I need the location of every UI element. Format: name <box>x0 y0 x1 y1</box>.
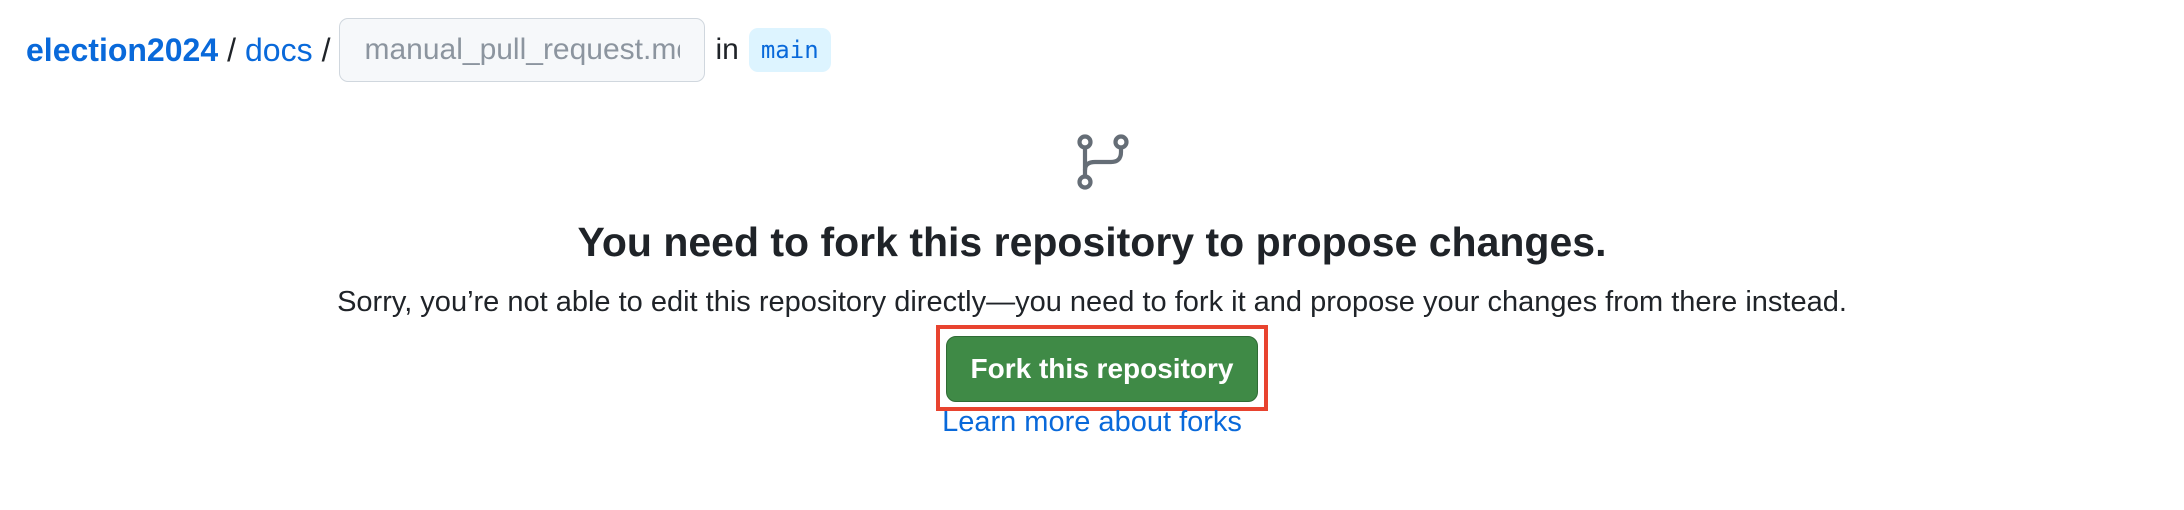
breadcrumb-directory-link[interactable]: docs <box>245 32 313 69</box>
filename-input[interactable] <box>339 18 706 82</box>
breadcrumb: election2024 / docs / in main <box>26 18 831 82</box>
fork-repository-button[interactable]: Fork this repository <box>946 336 1258 402</box>
git-fork-icon <box>1077 134 1129 190</box>
learn-more-forks-link[interactable]: Learn more about forks <box>942 406 1242 438</box>
breadcrumb-repo-link[interactable]: election2024 <box>26 32 218 69</box>
breadcrumb-separator: / <box>321 31 331 68</box>
page-heading: You need to fork this repository to prop… <box>577 219 1607 265</box>
branch-in-label: in <box>715 33 739 66</box>
learn-more-container: Learn more about forks <box>0 402 2184 442</box>
fork-explanation-text: Sorry, you’re not able to edit this repo… <box>337 286 1847 318</box>
fork-required-page: election2024 / docs / in main You need t… <box>0 0 2184 510</box>
branch-badge[interactable]: main <box>748 28 831 72</box>
breadcrumb-separator: / <box>227 31 236 68</box>
